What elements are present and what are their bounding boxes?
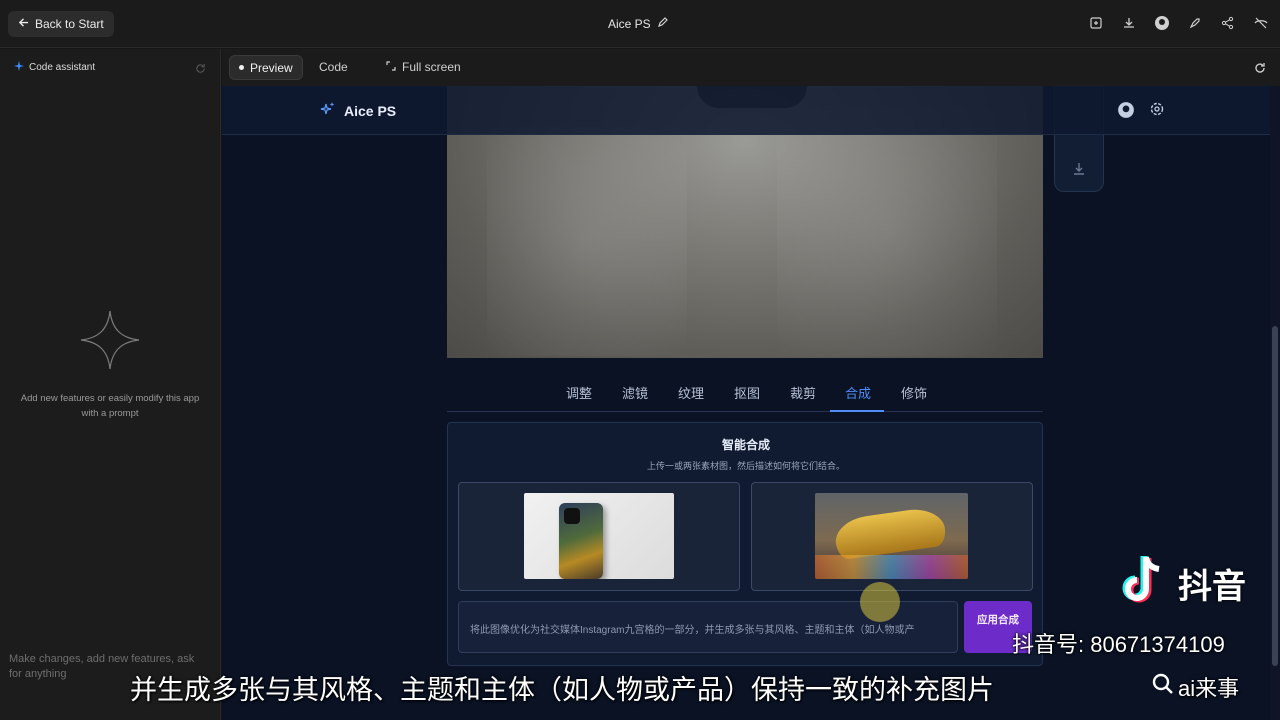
channel-name: ai来事 — [1178, 676, 1240, 701]
editor-tabs: 调整 滤镜 纹理 抠图 裁剪 合成 修饰 — [447, 366, 1043, 412]
full-screen-label: Full screen — [402, 60, 461, 74]
tab-preview[interactable]: Preview — [229, 55, 303, 80]
search-icon — [1152, 673, 1174, 701]
app-preview: Aice PS 调整 滤镜 纹理 抠图 裁剪 合成 修饰 智能合成 上传一或两张… — [222, 86, 1280, 720]
save-icon[interactable] — [1087, 14, 1105, 32]
banana-image — [815, 493, 968, 579]
hide-icon[interactable] — [1252, 14, 1270, 32]
video-subtitle: 并生成多张与其风格、主题和主体（如人物或产品）保持一致的补充图片 ai来事 — [0, 668, 1280, 705]
expand-icon — [386, 60, 396, 74]
back-to-start-label: Back to Start — [35, 17, 104, 31]
tiktok-logo-icon — [1116, 553, 1170, 614]
dot-icon — [239, 65, 244, 70]
tab-preview-label: Preview — [250, 60, 293, 75]
github-icon[interactable] — [1153, 14, 1171, 32]
tab-compose[interactable]: 合成 — [845, 383, 871, 402]
reload-icon[interactable] — [1254, 61, 1266, 79]
tab-retouch[interactable]: 修饰 — [901, 383, 927, 402]
tab-filters[interactable]: 滤镜 — [622, 383, 648, 402]
app-title[interactable]: Aice PS — [608, 16, 669, 31]
rocket-icon[interactable] — [1186, 14, 1204, 32]
tab-cutout[interactable]: 抠图 — [734, 383, 760, 402]
tab-texture[interactable]: 纹理 — [678, 383, 704, 402]
download-icon[interactable] — [1071, 161, 1087, 182]
tiktok-watermark: 抖音 — [1116, 553, 1246, 614]
view-toolbar: Preview Code Full screen — [222, 49, 1280, 86]
app-title-label: Aice PS — [608, 16, 651, 31]
download-icon[interactable] — [1120, 14, 1138, 32]
back-to-start-button[interactable]: Back to Start — [8, 11, 114, 37]
magic-sparkles-icon — [320, 101, 336, 120]
panel-title: 智能合成 — [721, 438, 770, 452]
compose-panel: 智能合成 上传一或两张素材图，然后描述如何将它们结合。 将此图像优化为社交媒体I… — [447, 422, 1043, 666]
app-brand: Aice PS — [320, 101, 396, 120]
tab-adjust[interactable]: 调整 — [566, 383, 592, 402]
cursor-highlight — [860, 582, 900, 622]
code-assistant-header: Code assistant — [14, 61, 95, 74]
tiktok-name: 抖音 — [1178, 568, 1246, 606]
scroll-thumb[interactable] — [1272, 326, 1278, 666]
source-image-slot-1[interactable] — [458, 482, 740, 591]
source-image-slot-2[interactable] — [751, 482, 1033, 591]
share-icon[interactable] — [1219, 14, 1237, 32]
tiktok-id: 抖音号: 80671374109 — [1012, 632, 1225, 657]
brand-name: Aice PS — [344, 102, 397, 119]
subtitle-text: 并生成多张与其风格、主题和主体（如人物或产品）保持一致的补充图片 — [130, 675, 994, 705]
app-header: Aice PS — [222, 86, 1272, 135]
sidebar-hint: Add new features or easily modify this a… — [20, 393, 200, 419]
panel-subtitle: 上传一或两张素材图，然后描述如何将它们结合。 — [646, 461, 845, 471]
tab-crop[interactable]: 裁剪 — [790, 383, 816, 402]
pencil-icon[interactable] — [657, 16, 669, 31]
active-tab-indicator — [830, 410, 884, 412]
top-bar: Back to Start Aice PS — [0, 0, 1280, 48]
sparkle-outline-icon — [79, 309, 141, 376]
sparkle-icon — [14, 61, 24, 74]
preview-scrollbar[interactable] — [1270, 86, 1280, 720]
tab-code[interactable]: Code — [319, 60, 348, 74]
gear-icon[interactable] — [1149, 101, 1165, 122]
code-assistant-sidebar: Code assistant Add new features or easil… — [0, 49, 221, 720]
full-screen-button[interactable]: Full screen — [386, 60, 461, 74]
arrow-left-icon — [18, 17, 29, 31]
code-assistant-label: Code assistant — [29, 62, 96, 73]
phone-case-image — [524, 493, 674, 579]
channel-tag: ai来事 — [1152, 671, 1239, 703]
top-toolbar — [1087, 14, 1270, 32]
refresh-icon[interactable] — [195, 61, 206, 79]
github-icon[interactable] — [1117, 101, 1135, 124]
